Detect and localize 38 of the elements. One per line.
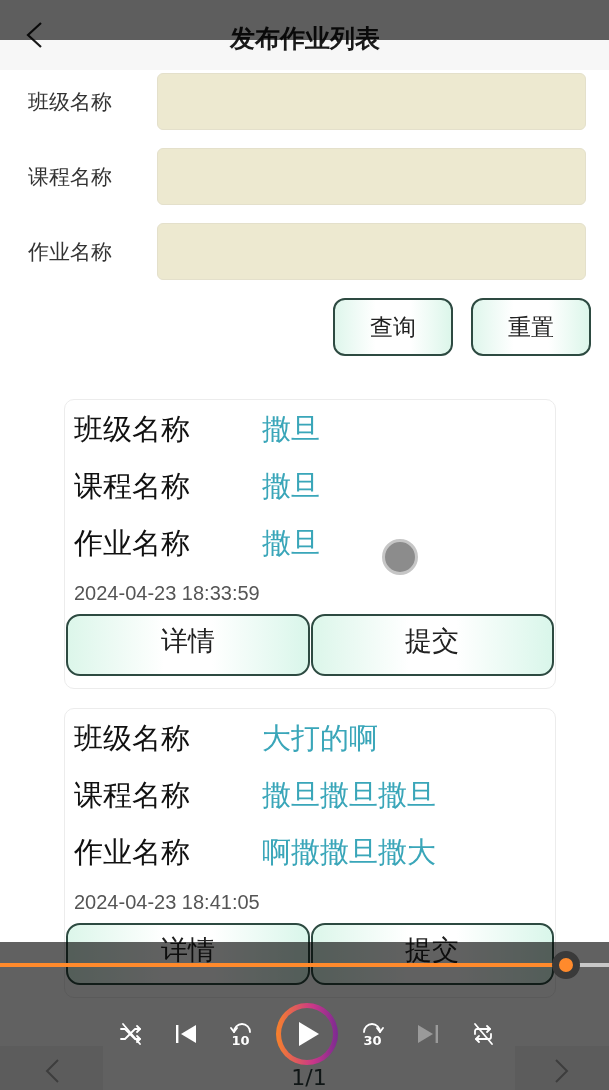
record-value: 撒旦撒旦撒旦 (262, 776, 436, 814)
chevron-right-icon (555, 1059, 569, 1083)
record-label: 作业名称 (74, 833, 191, 871)
record-value: 啊撒撒旦撒大 (262, 833, 436, 871)
input-field[interactable] (157, 223, 586, 280)
field-label: 作业名称 (28, 238, 113, 266)
forward-button[interactable]: 30 (352, 1014, 393, 1054)
field-label: 课程名称 (28, 163, 113, 191)
chevron-left-icon (26, 22, 42, 48)
record-value: 撒旦 (262, 524, 320, 562)
chevron-left-icon (44, 1059, 59, 1083)
record-value: 大打的啊 (262, 719, 378, 757)
record-label: 作业名称 (74, 524, 191, 562)
back-button[interactable] (25, 21, 43, 49)
clockwise-arrow-icon (361, 1021, 384, 1033)
reset-button[interactable]: 重置 (471, 298, 591, 356)
search-button[interactable]: 查询 (333, 298, 453, 356)
play-icon (298, 1021, 320, 1047)
progress-thumb[interactable] (552, 951, 581, 979)
record-timestamp: 2024-04-23 18:41:05 (73, 889, 261, 915)
record-value: 撒旦 (262, 467, 320, 505)
shuffle-off-icon (118, 1022, 143, 1046)
counterclockwise-arrow-icon (229, 1021, 252, 1033)
skip-forward-icon (416, 1023, 439, 1045)
field-label: 班级名称 (28, 88, 113, 116)
page-indicator: 1/1 (291, 1067, 327, 1089)
submit-button[interactable]: 提交 (310, 614, 554, 676)
details-button[interactable]: 详情 (66, 614, 310, 676)
record-label: 课程名称 (74, 467, 191, 505)
rewind-button[interactable]: 10 (220, 1014, 261, 1054)
record-timestamp: 2024-04-23 18:33:59 (73, 580, 261, 606)
record-label: 班级名称 (74, 410, 191, 448)
input-field[interactable] (157, 148, 586, 205)
record-label: 课程名称 (74, 776, 191, 814)
input-field[interactable] (157, 73, 586, 130)
record-value: 撒旦 (262, 410, 320, 448)
skip-back-icon (174, 1023, 197, 1045)
record-label: 班级名称 (74, 719, 191, 757)
